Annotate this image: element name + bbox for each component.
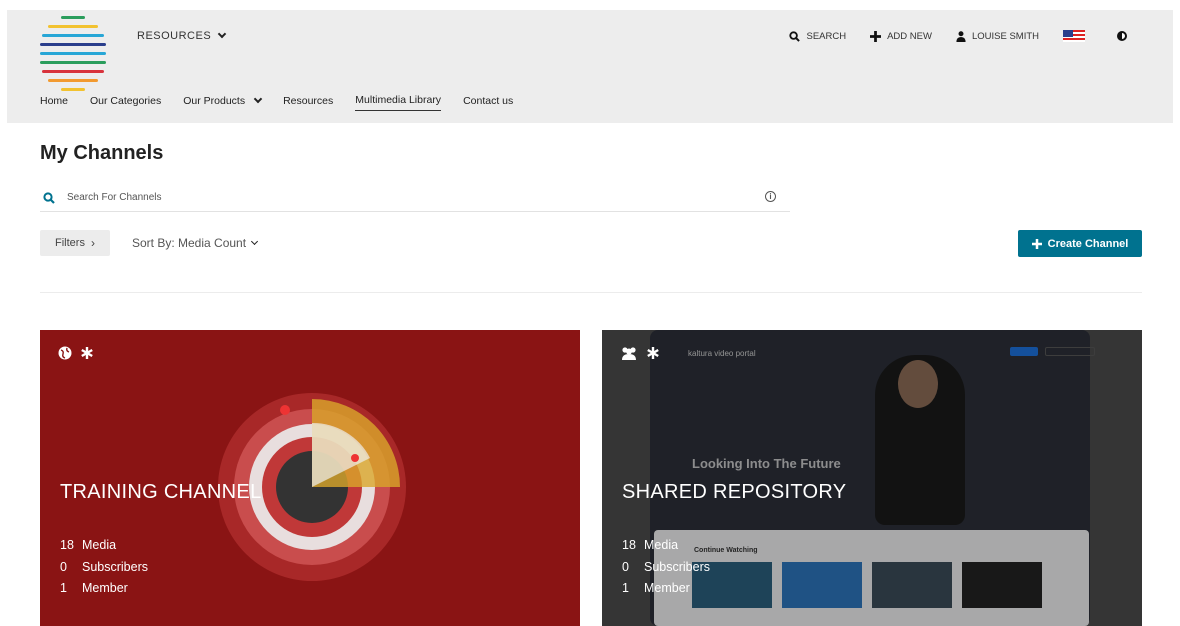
channel-stats: 18 Media 0 Subscribers 1 Member	[622, 535, 710, 600]
stat-label: Subscribers	[82, 559, 148, 574]
main-nav: Home Our Categories Our Products Resourc…	[40, 94, 513, 111]
resources-menu-label: RESOURCES	[137, 30, 212, 42]
chevron-down-icon	[217, 29, 227, 39]
stat-count: 1	[60, 581, 67, 595]
stat-label: Media	[644, 538, 679, 552]
search-icon	[789, 30, 801, 42]
chevron-down-icon	[253, 94, 263, 103]
stat-count: 1	[622, 581, 629, 595]
stat-label: Member	[644, 581, 690, 595]
channel-search-input[interactable]	[67, 192, 717, 203]
stat-subscribers: 0 Subscribers	[622, 557, 710, 579]
search-label: SEARCH	[806, 30, 847, 42]
contrast-toggle-icon[interactable]	[1117, 31, 1127, 41]
nav-contact-us[interactable]: Contact us	[463, 94, 513, 111]
stat-media: 18 Media	[622, 535, 710, 557]
sort-label: Sort By: Media Count	[132, 236, 247, 250]
info-icon[interactable]: i	[765, 191, 776, 202]
stat-count: 18	[622, 538, 636, 552]
search-icon	[43, 191, 55, 204]
user-icon	[956, 30, 966, 42]
site-logo[interactable]	[40, 16, 106, 92]
page-title: My Channels	[40, 142, 164, 164]
create-channel-button[interactable]: Create Channel	[1018, 230, 1142, 257]
channel-title: TRAINING CHANNEL	[60, 481, 262, 503]
nav-resources[interactable]: Resources	[283, 94, 333, 111]
nav-our-products[interactable]: Our Products	[183, 94, 263, 111]
card-icons	[58, 346, 94, 360]
nav-our-categories[interactable]: Our Categories	[90, 94, 161, 111]
stat-subscribers: 0 Subscribers	[60, 557, 148, 579]
stat-count: 0	[622, 559, 629, 574]
filters-label: Filters	[55, 237, 85, 249]
user-name: LOUISE SMITH	[971, 30, 1039, 42]
nav-multimedia-library[interactable]: Multimedia Library	[355, 94, 442, 111]
stat-media: 18 Media	[60, 535, 148, 557]
plus-icon	[870, 30, 882, 42]
nav-home[interactable]: Home	[40, 94, 68, 111]
stat-count: 18	[60, 538, 74, 552]
globe-icon	[58, 346, 72, 360]
stat-count: 0	[60, 559, 67, 574]
search-button[interactable]: SEARCH	[789, 31, 846, 42]
create-channel-label: Create Channel	[1047, 237, 1129, 250]
filters-button[interactable]: Filters ›	[40, 230, 110, 256]
sort-dropdown[interactable]: Sort By: Media Count	[132, 236, 259, 250]
channel-card[interactable]: kaltura video portal Looking Into The Fu…	[602, 330, 1142, 626]
card-icons	[620, 346, 660, 360]
channel-title: SHARED REPOSITORY	[622, 481, 847, 503]
asterisk-icon	[81, 347, 93, 359]
chevron-right-icon: ›	[90, 236, 95, 250]
stat-label: Subscribers	[644, 559, 710, 574]
stat-label: Member	[82, 581, 128, 595]
channel-search: i	[40, 184, 790, 212]
site-header: RESOURCES SEARCH ADD NEW LOUISE SMITH Ho…	[7, 10, 1173, 123]
divider	[40, 292, 1142, 293]
us-flag-icon[interactable]	[1063, 30, 1085, 42]
asterisk-icon	[647, 347, 659, 359]
channel-stats: 18 Media 0 Subscribers 1 Member	[60, 535, 148, 600]
channel-card[interactable]: TRAINING CHANNEL 18 Media 0 Subscribers 1 M…	[40, 330, 580, 626]
user-menu[interactable]: LOUISE SMITH	[956, 31, 1039, 42]
resources-menu[interactable]: RESOURCES	[137, 29, 227, 42]
plus-icon	[1031, 238, 1042, 249]
nav-our-products-label: Our Products	[183, 94, 246, 107]
stat-label: Media	[82, 538, 117, 552]
add-new-button[interactable]: ADD NEW	[870, 30, 932, 42]
stat-members: 1 Member	[60, 578, 148, 600]
stat-members: 1 Member	[622, 578, 710, 600]
add-new-label: ADD NEW	[887, 30, 932, 42]
chevron-down-icon	[251, 237, 259, 245]
header-actions: SEARCH ADD NEW LOUISE SMITH	[789, 30, 1173, 42]
users-icon	[622, 347, 636, 360]
